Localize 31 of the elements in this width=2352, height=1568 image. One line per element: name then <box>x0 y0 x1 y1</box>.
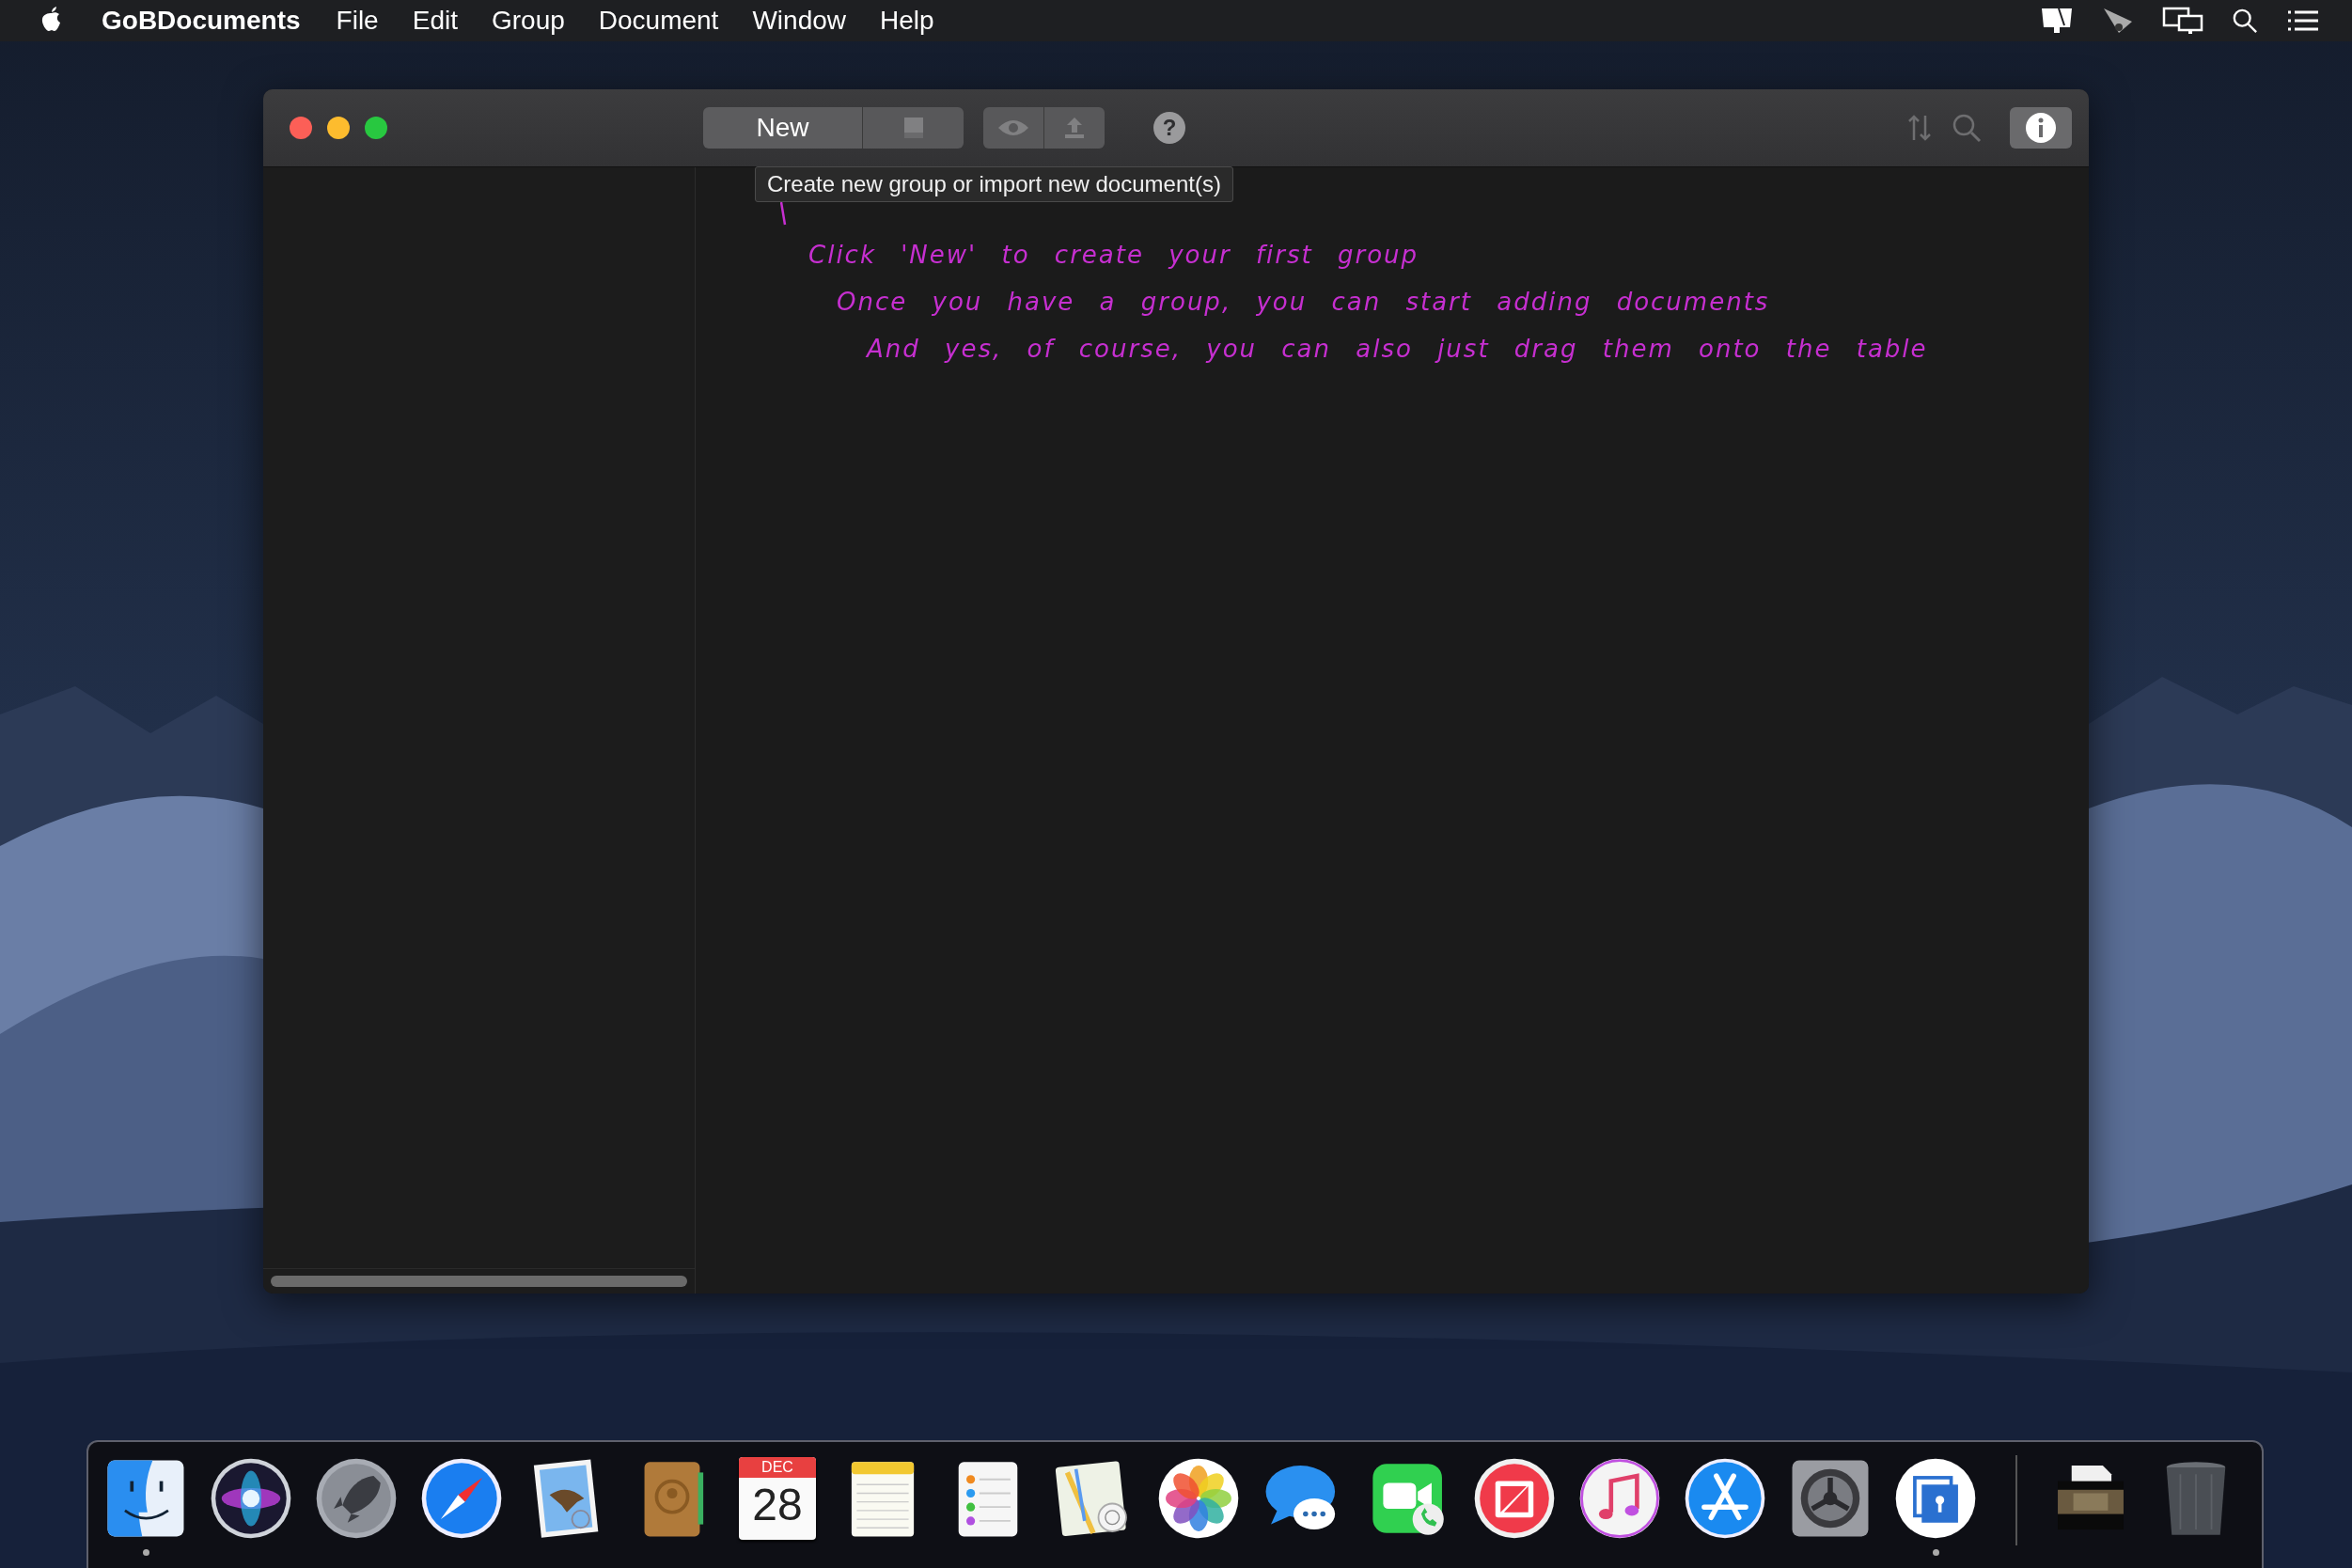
app-menu[interactable]: GoBDocuments <box>102 6 301 36</box>
projector-icon[interactable] <box>2102 7 2134 35</box>
zoom-button[interactable] <box>365 117 387 139</box>
scrollbar-thumb[interactable] <box>271 1276 687 1287</box>
leader-line <box>780 201 787 226</box>
calendar-day: 28 <box>752 1478 803 1532</box>
monitor-icon[interactable] <box>2040 7 2074 35</box>
sort-icon[interactable] <box>1906 114 1933 142</box>
menu-item[interactable]: File <box>336 6 379 36</box>
calendar-month: DEC <box>739 1457 816 1478</box>
hint-text: And yes, of course, you can also just drag them onto the table <box>867 334 1928 365</box>
menu-item[interactable]: Group <box>491 6 565 36</box>
hint-text: Click 'New' to create your first group <box>808 240 1419 271</box>
minimize-button[interactable] <box>327 117 350 139</box>
menu-item[interactable]: Help <box>880 6 934 36</box>
close-button[interactable] <box>290 117 312 139</box>
menu-item[interactable]: Document <box>598 6 719 36</box>
search-icon[interactable] <box>2232 7 2258 35</box>
new-button[interactable]: New <box>703 107 863 149</box>
hint-text: Once you have a group, you can start adding documents <box>837 287 1770 318</box>
panel-icon <box>903 118 923 138</box>
upload-icon <box>1064 117 1085 139</box>
info-icon <box>2025 112 2057 144</box>
eye-icon <box>997 118 1029 137</box>
info-button[interactable] <box>2010 107 2072 149</box>
calendar-icon[interactable]: DEC 28 <box>739 1457 816 1540</box>
menu-item[interactable]: Window <box>752 6 846 36</box>
menu-item[interactable]: Edit <box>412 6 458 36</box>
displays-icon[interactable] <box>2162 7 2203 35</box>
tooltip: Create new group or import new document(s) <box>755 166 1233 202</box>
help-button[interactable]: ? <box>1153 112 1185 144</box>
